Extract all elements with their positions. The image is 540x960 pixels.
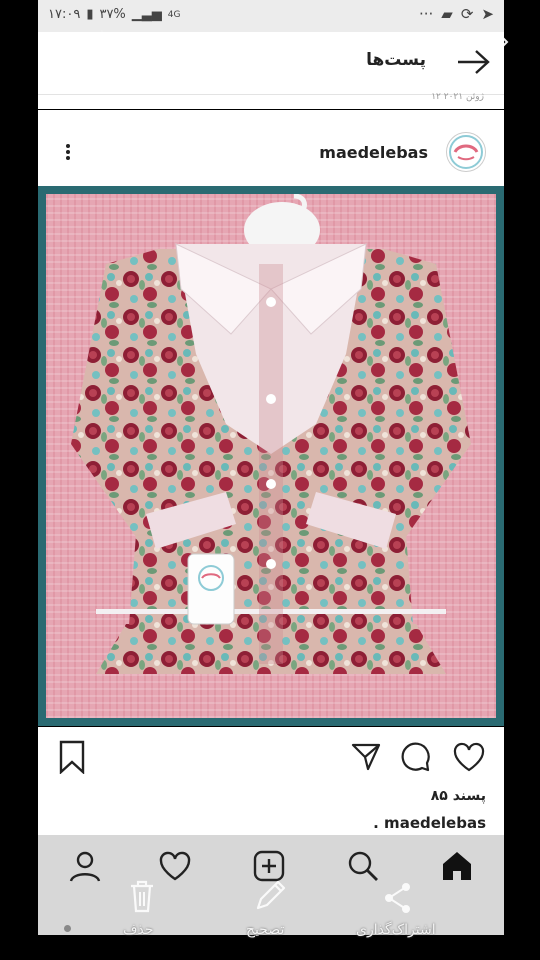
status-time: ۱۷:۰۹ xyxy=(48,7,81,22)
sync-icon: ⟳ xyxy=(460,5,474,23)
profile-icon[interactable] xyxy=(68,849,102,883)
indicator-dot xyxy=(64,925,71,932)
likes-row: ۸۵ پسند xyxy=(38,787,504,811)
back-arrow-icon[interactable] xyxy=(456,48,490,76)
battery-icon: ▮ xyxy=(86,7,94,22)
date-row: ۱۲ ژوئن ۲۰۲۱ xyxy=(38,92,504,109)
battery-percent: ۳۷% xyxy=(99,7,126,22)
comment-icon[interactable] xyxy=(400,741,432,773)
search-icon[interactable] xyxy=(346,849,380,883)
caption-row: . maedelebas xyxy=(38,811,504,835)
network-type: 4G xyxy=(167,9,181,20)
post-image[interactable] xyxy=(38,186,504,726)
delete-label[interactable]: حذف xyxy=(123,922,154,938)
bookmark-icon[interactable] xyxy=(58,740,86,775)
more-notifications-icon: ··· xyxy=(418,5,434,23)
edit-pencil-icon[interactable] xyxy=(250,878,290,914)
delete-trash-icon[interactable] xyxy=(122,878,162,914)
share-label[interactable]: اشتراک‌گذاری xyxy=(356,922,436,938)
post-caption[interactable]: . maedelebas xyxy=(373,814,486,832)
share-icon[interactable] xyxy=(378,880,418,916)
share-send-icon[interactable] xyxy=(350,741,382,773)
likes-count[interactable]: ۸۵ پسند xyxy=(431,788,486,804)
edit-label[interactable]: تصحیح xyxy=(246,922,284,938)
activity-heart-icon[interactable] xyxy=(158,849,192,883)
blouse-illustration xyxy=(71,193,471,674)
post-header: maedelebas xyxy=(38,110,504,186)
telegram-icon: ➤ xyxy=(481,5,494,23)
like-heart-icon[interactable] xyxy=(452,741,486,773)
page-title: پست‌ها xyxy=(366,50,426,70)
signal-icon: ▁▃▅ xyxy=(131,7,162,22)
avatar[interactable] xyxy=(446,132,486,172)
app-header: پست‌ها xyxy=(38,32,504,95)
post-actions xyxy=(38,727,504,787)
product-photo xyxy=(46,193,496,718)
more-options-icon[interactable] xyxy=(64,142,72,164)
home-icon[interactable] xyxy=(440,849,474,883)
chat-icon: ▰ xyxy=(441,5,453,23)
post-username[interactable]: maedelebas xyxy=(319,143,428,162)
post-date: ۱۲ ژوئن ۲۰۲۱ xyxy=(431,92,484,102)
